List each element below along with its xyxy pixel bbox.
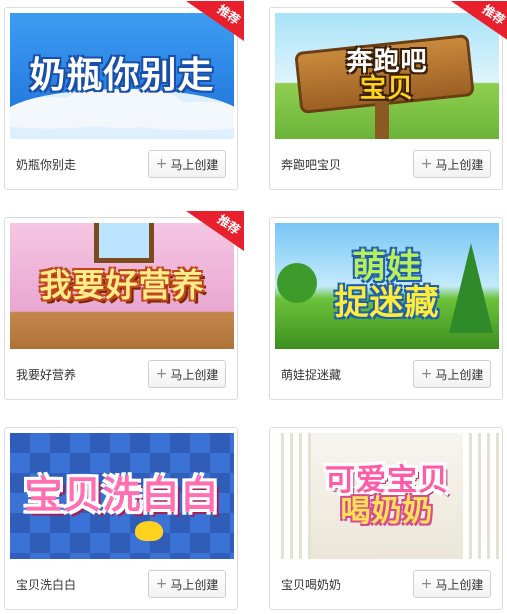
plus-icon: + xyxy=(155,366,168,382)
template-name: 宝贝洗白白 xyxy=(16,577,77,592)
create-button[interactable]: + 马上创建 xyxy=(413,360,491,388)
template-card[interactable]: 奶瓶你别走 推荐 奶瓶你别走 + 马上创建 xyxy=(4,1,244,190)
duck-decoration xyxy=(135,521,163,541)
cloud-decoration xyxy=(10,89,234,139)
template-card[interactable]: 宝贝洗白白 宝贝洗白白 + 马上创建 xyxy=(4,427,238,610)
create-button[interactable]: + 马上创建 xyxy=(413,150,491,178)
template-thumbnail[interactable]: 奶瓶你别走 xyxy=(10,13,234,139)
plus-icon: + xyxy=(155,576,168,592)
create-button[interactable]: + 马上创建 xyxy=(148,360,226,388)
template-name: 萌娃捉迷藏 xyxy=(281,367,342,382)
template-thumbnail[interactable]: 我要好营养 xyxy=(10,223,234,349)
bush-decoration xyxy=(277,263,317,303)
plus-icon: + xyxy=(420,366,433,382)
template-name: 奶瓶你别走 xyxy=(16,157,77,172)
thumbnail-title: 宝贝洗白白 xyxy=(24,473,220,518)
create-button[interactable]: + 马上创建 xyxy=(148,150,226,178)
create-button[interactable]: + 马上创建 xyxy=(148,570,226,598)
curtain-decoration xyxy=(463,433,499,559)
template-thumbnail[interactable]: 宝贝洗白白 xyxy=(10,433,234,559)
template-name: 奔跑吧宝贝 xyxy=(281,157,342,172)
thumbnail-title: 奔跑吧 宝贝 xyxy=(346,46,428,104)
template-card[interactable]: 萌娃 捉迷藏 萌娃捉迷藏 + 马上创建 xyxy=(269,217,503,400)
plus-icon: + xyxy=(420,156,433,172)
sign-post-decoration xyxy=(375,98,389,139)
template-name: 宝贝喝奶奶 xyxy=(281,577,342,592)
template-card[interactable]: 奔跑吧 宝贝 推荐 奔跑吧宝贝 + 马上创建 xyxy=(269,1,507,190)
plus-icon: + xyxy=(155,156,168,172)
tree-decoration xyxy=(449,243,493,333)
template-thumbnail[interactable]: 奔跑吧 宝贝 xyxy=(275,13,499,139)
create-button[interactable]: + 马上创建 xyxy=(413,570,491,598)
thumbnail-title: 奶瓶你别走 xyxy=(29,55,215,97)
template-card[interactable]: 可爱宝贝 喝奶奶 宝贝喝奶奶 + 马上创建 xyxy=(269,427,503,610)
curtain-decoration xyxy=(275,433,311,559)
template-thumbnail[interactable]: 萌娃 捉迷藏 xyxy=(275,223,499,349)
plus-icon: + xyxy=(420,576,433,592)
template-thumbnail[interactable]: 可爱宝贝 喝奶奶 xyxy=(275,433,499,559)
template-name: 我要好营养 xyxy=(16,367,77,382)
window-decoration xyxy=(94,223,154,263)
thumbnail-title: 萌娃 捉迷藏 xyxy=(334,247,440,323)
thumbnail-title: 我要好营养 xyxy=(39,266,205,305)
thumbnail-title: 可爱宝贝 喝奶奶 xyxy=(325,462,449,529)
template-card[interactable]: 我要好营养 推荐 我要好营养 + 马上创建 xyxy=(4,211,244,400)
